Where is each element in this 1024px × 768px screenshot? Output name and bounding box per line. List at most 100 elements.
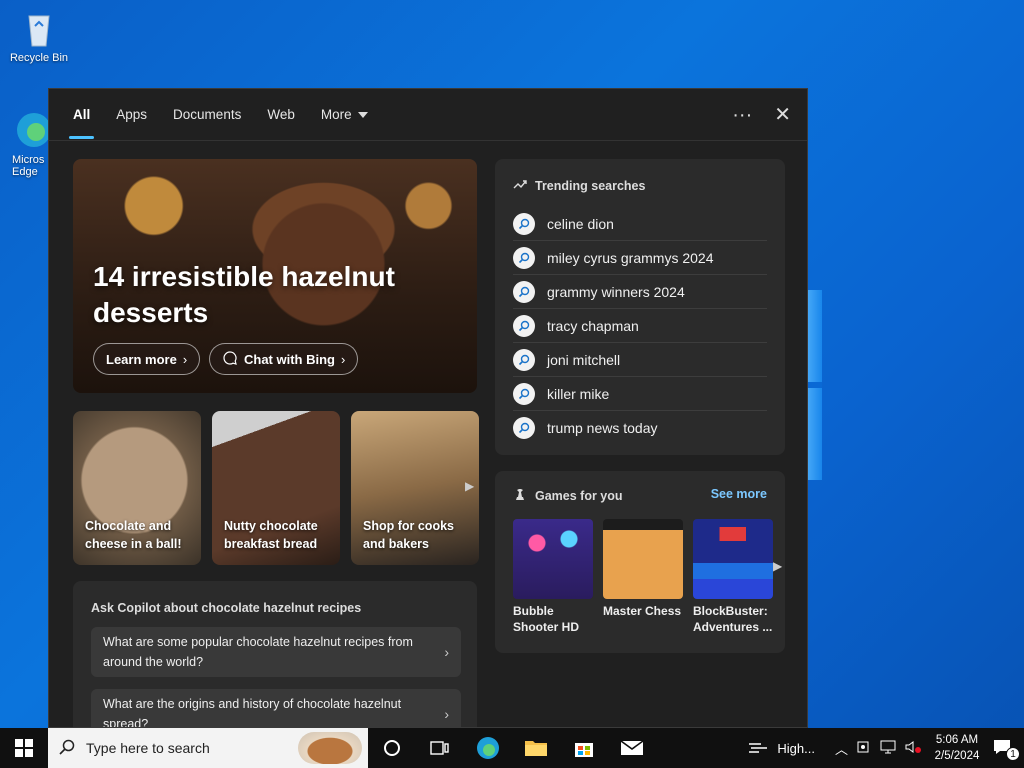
- copilot-question[interactable]: What are the origins and history of choc…: [91, 689, 461, 728]
- game-thumbnail: [693, 519, 773, 599]
- learn-more-button[interactable]: Learn more ›: [93, 343, 201, 375]
- meet-now-icon[interactable]: [856, 739, 872, 758]
- trending-item[interactable]: tracy chapman: [513, 309, 767, 343]
- search-icon: [513, 417, 535, 439]
- clock-time: 5:06 AM: [935, 734, 979, 746]
- recycle-bin-shortcut[interactable]: Recycle Bin: [4, 8, 74, 64]
- trending-item-label: killer mike: [547, 385, 610, 402]
- weather-icon[interactable]: [747, 739, 769, 758]
- search-icon: [513, 246, 535, 269]
- tab-web[interactable]: Web: [267, 89, 295, 141]
- store-bag-icon: [575, 743, 593, 757]
- game-tile[interactable]: Master Chess: [603, 519, 683, 619]
- more-options-button[interactable]: ···: [732, 101, 752, 129]
- card-label: Chocolate and cheese in a ball!: [85, 519, 182, 551]
- network-icon[interactable]: [880, 739, 896, 758]
- game-thumbnail: [603, 519, 683, 599]
- search-highlight-image: [298, 732, 362, 764]
- volume-muted-icon[interactable]: [904, 739, 922, 758]
- store-button[interactable]: [560, 728, 608, 768]
- trending-item[interactable]: killer mike: [513, 377, 767, 411]
- weather-label[interactable]: High...: [777, 741, 815, 756]
- story-card[interactable]: Chocolate and cheese in a ball!: [73, 411, 201, 565]
- games-next-arrow-icon[interactable]: ▶: [773, 559, 782, 573]
- trending-searches-panel: Trending searches celine dion miley cyru…: [495, 159, 785, 455]
- cortana-button[interactable]: [368, 728, 416, 768]
- close-button[interactable]: ✕: [774, 101, 791, 129]
- games-header: Games for you: [513, 487, 623, 504]
- games-panel: Games for you See more Bubble Shooter HD…: [495, 471, 785, 653]
- chess-piece-icon: [513, 487, 527, 504]
- notification-count-badge: 1: [1006, 746, 1020, 761]
- task-view-button[interactable]: [416, 728, 464, 768]
- trending-item-label: trump news today: [547, 420, 658, 436]
- copilot-title: Ask Copilot about chocolate hazelnut rec…: [91, 601, 362, 615]
- game-name: Master Chess: [603, 604, 682, 618]
- copilot-question[interactable]: What are some popular chocolate hazelnut…: [91, 627, 461, 677]
- clock[interactable]: 5:06 AM 2/5/2024: [930, 732, 984, 764]
- search-flyout: All Apps Documents Web More ··· ✕ 14 irr…: [48, 88, 808, 728]
- learn-more-label: Learn more: [106, 351, 177, 367]
- see-more-link[interactable]: See more: [711, 487, 767, 501]
- trending-item[interactable]: celine dion: [513, 207, 767, 241]
- cortana-circle-icon: [384, 740, 400, 756]
- trending-item[interactable]: miley cyrus grammys 2024: [513, 241, 767, 275]
- file-explorer-button[interactable]: [512, 728, 560, 768]
- game-name: BlockBuster: Adventures ...: [693, 604, 773, 634]
- chevron-right-icon: ›: [444, 644, 449, 660]
- tab-label: Web: [267, 107, 295, 122]
- search-icon: [513, 314, 535, 337]
- recycle-bin-label: Recycle Bin: [9, 52, 69, 64]
- cards-next-arrow-icon[interactable]: ▶: [465, 479, 474, 493]
- game-name: Bubble Shooter HD: [513, 604, 579, 634]
- games-title: Games for you: [535, 488, 623, 503]
- card-label: Nutty chocolate breakfast bread: [224, 519, 318, 551]
- hero-card[interactable]: 14 irresistible hazelnut desserts Learn …: [73, 159, 477, 393]
- chevron-up-icon[interactable]: ︿: [835, 739, 848, 758]
- tab-documents[interactable]: Documents: [173, 89, 241, 141]
- windows-logo-icon: [15, 739, 33, 757]
- card-label: Shop for cooks and bakers: [363, 519, 454, 551]
- tab-apps[interactable]: Apps: [116, 89, 147, 141]
- tab-all[interactable]: All: [68, 89, 95, 141]
- tab-label: More: [320, 107, 352, 122]
- tab-label: Apps: [116, 107, 148, 122]
- trending-item-label: joni mitchell: [547, 351, 621, 368]
- story-card[interactable]: Shop for cooks and bakers: [351, 411, 479, 565]
- search-icon: [513, 212, 535, 235]
- chevron-down-icon: [357, 111, 368, 118]
- chat-with-bing-label: Chat with Bing: [244, 351, 335, 367]
- copilot-suggestions: Ask Copilot about chocolate hazelnut rec…: [73, 581, 477, 728]
- trending-item-label: grammy winners 2024: [547, 283, 685, 300]
- search-placeholder: Type here to search: [86, 740, 210, 756]
- trending-item-label: tracy chapman: [547, 317, 639, 334]
- trending-item[interactable]: joni mitchell: [513, 343, 767, 377]
- search-icon: [513, 280, 535, 303]
- trending-title: Trending searches: [535, 178, 646, 193]
- game-tile[interactable]: BlockBuster: Adventures ...: [693, 519, 773, 635]
- chat-with-bing-button[interactable]: Chat with Bing ›: [209, 343, 359, 375]
- copilot-question-text: What are the origins and history of choc…: [103, 697, 402, 728]
- recycle-bin-icon: [19, 8, 59, 48]
- mail-button[interactable]: [608, 728, 656, 768]
- start-button[interactable]: [0, 728, 48, 768]
- clock-date: 2/5/2024: [934, 750, 980, 762]
- chevron-right-icon: ›: [341, 351, 346, 367]
- game-tile[interactable]: Bubble Shooter HD: [513, 519, 593, 635]
- trending-item[interactable]: grammy winners 2024: [513, 275, 767, 309]
- trending-item[interactable]: trump news today: [513, 411, 767, 445]
- action-center-button[interactable]: 1: [992, 738, 1020, 761]
- trending-list: celine dion miley cyrus grammys 2024 gra…: [513, 207, 767, 445]
- trending-arrow-icon: [513, 177, 527, 194]
- tab-more[interactable]: More: [321, 89, 368, 141]
- tab-label: Documents: [173, 107, 242, 122]
- chat-bubble-icon: [222, 350, 238, 369]
- tab-label: All: [73, 107, 91, 122]
- chevron-right-icon: ›: [182, 351, 188, 367]
- game-thumbnail: [513, 519, 593, 599]
- copilot-question-text: What are some popular chocolate hazelnut…: [103, 635, 413, 669]
- edge-icon: [477, 737, 499, 759]
- edge-taskbar-button[interactable]: [464, 728, 512, 768]
- taskbar-search-box[interactable]: Type here to search: [48, 728, 368, 768]
- story-card[interactable]: Nutty chocolate breakfast bread: [212, 411, 340, 565]
